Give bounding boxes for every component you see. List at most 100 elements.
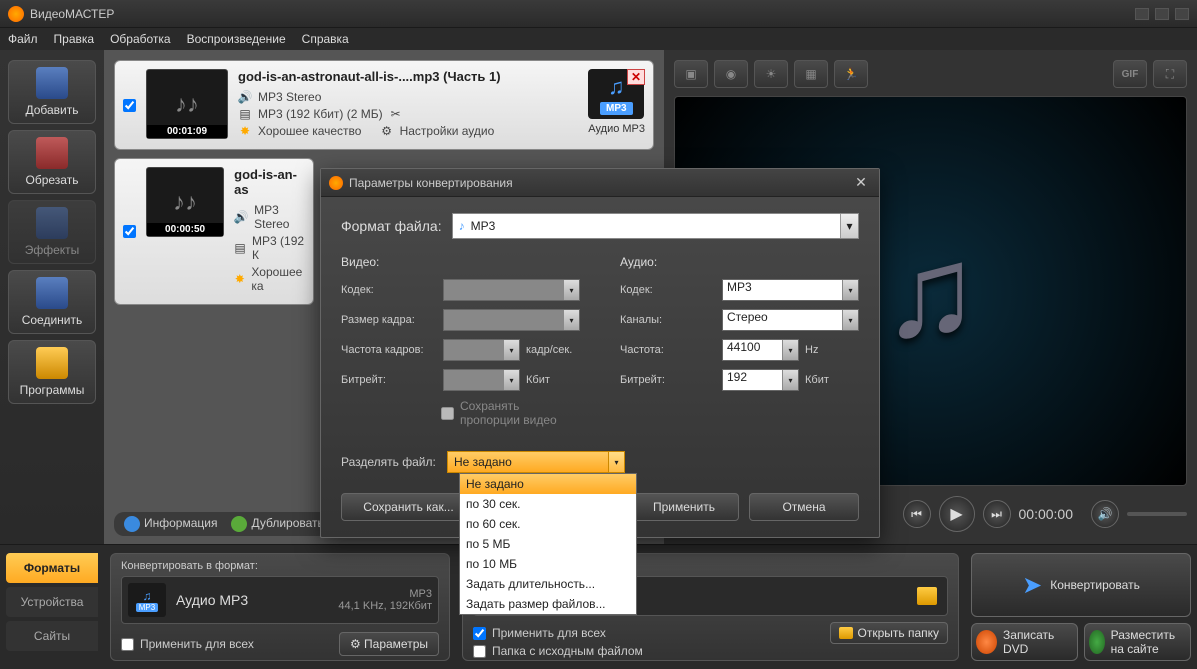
add-label: Добавить (25, 103, 78, 117)
file-audio: MP3 Stereo (254, 203, 305, 231)
file-checkbox[interactable] (123, 99, 136, 112)
menu-help[interactable]: Справка (302, 32, 349, 46)
framesize-label: Размер кадра: (341, 314, 437, 326)
effects-button[interactable]: Эффекты (8, 200, 96, 264)
apply-all-checkbox[interactable] (121, 638, 134, 651)
tab-formats[interactable]: Форматы (6, 553, 98, 583)
save-as-button[interactable]: Сохранить как... (341, 493, 476, 521)
menu-process[interactable]: Обработка (110, 32, 171, 46)
burn-dvd-button[interactable]: Записать DVD (971, 623, 1078, 661)
source-folder-checkbox[interactable] (473, 645, 486, 658)
remove-file-button[interactable]: ✕ (627, 69, 645, 85)
app-title: ВидеоМАСТЕР (30, 7, 1135, 21)
prev-button[interactable]: ⏮ (903, 500, 931, 528)
duplicate-icon (231, 516, 247, 532)
audio-section-header: Аудио: (620, 255, 859, 269)
join-button[interactable]: Соединить (8, 270, 96, 334)
publish-button[interactable]: Разместить на сайте (1084, 623, 1191, 661)
film-tool-icon[interactable]: ▦ (794, 60, 828, 88)
framesize-input: ▾ (443, 309, 580, 331)
split-option[interactable]: Задать длительность... (460, 574, 636, 594)
format-text: Аудио MP3 (588, 123, 645, 135)
gear-icon[interactable]: ⚙ (380, 124, 394, 138)
info-icon (124, 516, 140, 532)
audio-bitrate-select[interactable]: 192▾ (722, 369, 799, 391)
source-folder-label: Папка с исходным файлом (492, 644, 643, 658)
file-codec: MP3 (192 К (252, 234, 305, 262)
apply-button[interactable]: Применить (629, 493, 739, 521)
gif-tool-button[interactable]: GIF (1113, 60, 1147, 88)
open-folder-button[interactable]: Открыть папку (830, 622, 948, 644)
frequency-unit: Hz (805, 344, 859, 356)
apply-all-save-label: Применить для всех (492, 626, 606, 640)
split-option[interactable]: Не задано (460, 474, 636, 494)
next-button[interactable]: ⏭ (983, 500, 1011, 528)
frequency-select[interactable]: 44100▾ (722, 339, 799, 361)
video-bitrate-label: Битрейт: (341, 374, 437, 386)
frequency-label: Частота: (620, 344, 716, 356)
volume-slider[interactable] (1127, 512, 1187, 516)
file-item[interactable]: ♪♪ 00:00:50 god-is-an-as 🔊MP3 Stereo ▤MP… (114, 158, 314, 305)
gear-icon: ⚙ (350, 637, 364, 651)
format-selector[interactable]: ♫MP3 Аудио MP3 MP3 44,1 KHz, 192Кбит (121, 576, 439, 624)
format-file-select[interactable]: ♪ MP3 ▾ (452, 213, 859, 239)
tab-sites[interactable]: Сайты (6, 621, 98, 651)
audio-codec-select[interactable]: MP3▾ (722, 279, 859, 301)
dropdown-icon: ▾ (840, 214, 858, 238)
video-bitrate-input: ▾ (443, 369, 520, 391)
audio-icon: 🔊 (238, 90, 252, 104)
snapshot-tool-icon[interactable]: ◉ (714, 60, 748, 88)
split-option[interactable]: по 5 МБ (460, 534, 636, 554)
split-option[interactable]: по 10 МБ (460, 554, 636, 574)
crop-tool-icon[interactable]: ▣ (674, 60, 708, 88)
file-settings-link[interactable]: Настройки аудио (400, 124, 495, 138)
dropdown-icon: ▾ (608, 452, 624, 472)
split-option[interactable]: по 60 сек. (460, 514, 636, 534)
split-option[interactable]: Задать размер файлов... (460, 594, 636, 614)
cut-button[interactable]: Обрезать (8, 130, 96, 194)
cancel-button[interactable]: Отмена (749, 493, 859, 521)
keep-ratio-label: Сохранять пропорции видео (460, 399, 580, 427)
tab-devices[interactable]: Устройства (6, 587, 98, 617)
browse-folder-icon[interactable] (917, 587, 937, 605)
fullscreen-icon[interactable]: ⛶ (1153, 60, 1187, 88)
split-file-select[interactable]: Не задано ▾ (447, 451, 625, 473)
format-file-value: MP3 (471, 219, 496, 233)
file-audio: MP3 Stereo (258, 90, 321, 104)
info-button[interactable]: Информация (124, 516, 217, 532)
file-name: god-is-an-as (234, 167, 305, 197)
convert-button[interactable]: ➤ Конвертировать (971, 553, 1191, 617)
file-checkbox[interactable] (123, 225, 136, 238)
menu-edit[interactable]: Правка (54, 32, 95, 46)
scissors-icon[interactable]: ✂ (389, 107, 403, 121)
close-window-button[interactable] (1175, 8, 1189, 20)
channels-select[interactable]: Стерео▾ (722, 309, 859, 331)
dialog-title: Параметры конвертирования (349, 176, 513, 190)
globe-icon (1089, 630, 1105, 654)
add-button[interactable]: Добавить (8, 60, 96, 124)
apply-all-save-checkbox[interactable] (473, 627, 486, 640)
quality-icon: ✸ (238, 124, 252, 138)
duplicate-button[interactable]: Дублировать (231, 516, 323, 532)
music-note-icon: ♪♪ (175, 91, 199, 119)
play-button[interactable]: ▶ (939, 496, 975, 532)
brightness-tool-icon[interactable]: ☀ (754, 60, 788, 88)
music-note-icon: ♫ (608, 74, 625, 100)
programs-button[interactable]: Программы (8, 340, 96, 404)
split-dropdown-list: Не задано по 30 сек. по 60 сек. по 5 МБ … (459, 473, 637, 615)
minimize-button[interactable] (1135, 8, 1149, 20)
speed-tool-icon[interactable]: 🏃 (834, 60, 868, 88)
parameters-button[interactable]: ⚙ Параметры (339, 632, 439, 656)
dialog-close-button[interactable]: ✕ (851, 174, 871, 191)
format-icon: ♫MP3 (128, 583, 166, 617)
menu-file[interactable]: Файл (8, 32, 38, 46)
file-item[interactable]: ♪♪ 00:01:09 god-is-an-astronaut-all-is-.… (114, 60, 654, 150)
split-option[interactable]: по 30 сек. (460, 494, 636, 514)
audio-codec-label: Кодек: (620, 284, 716, 296)
video-bitrate-unit: Кбит (526, 374, 580, 386)
maximize-button[interactable] (1155, 8, 1169, 20)
folder-icon (839, 627, 853, 639)
volume-icon[interactable]: 🔊 (1091, 500, 1119, 528)
menu-playback[interactable]: Воспроизведение (187, 32, 286, 46)
video-codec-label: Кодек: (341, 284, 437, 296)
